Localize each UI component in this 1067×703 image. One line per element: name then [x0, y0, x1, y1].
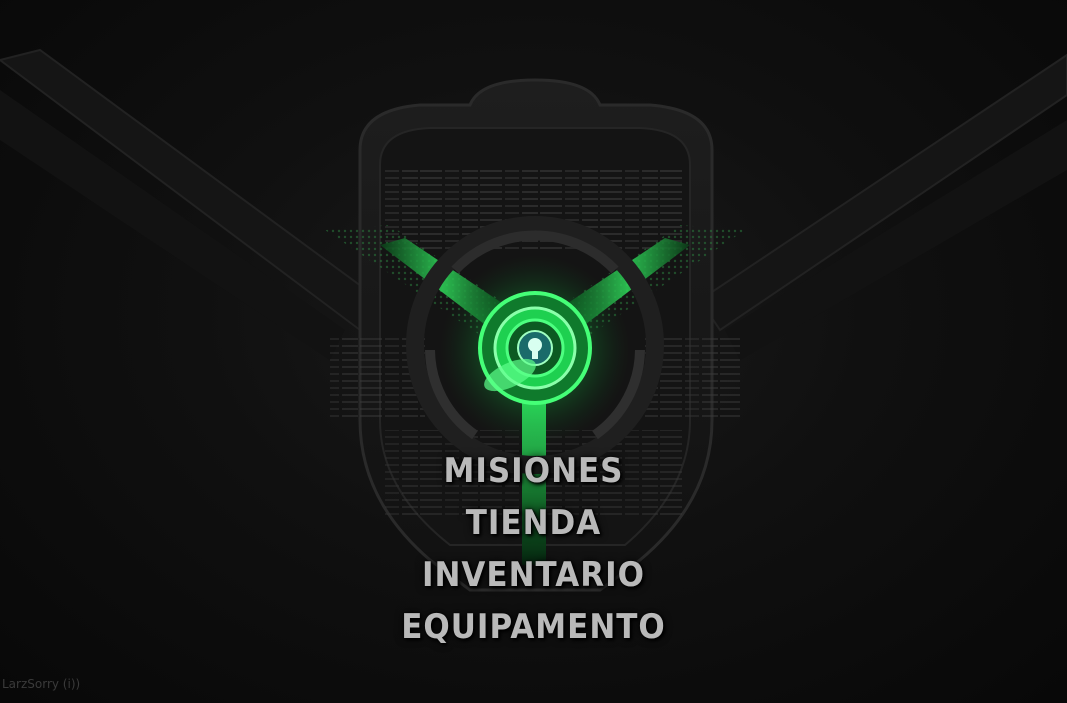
menu-item-inventario[interactable]: INVENTARIO: [422, 550, 645, 600]
left-strut: [0, 48, 382, 332]
credit-watermark: LarzSorry (i)): [2, 677, 81, 691]
menu-item-misiones[interactable]: MISIONES: [443, 446, 623, 496]
main-menu-screen: MISIONES TIENDA INVENTARIO EQUIPAMENTO L…: [0, 0, 1067, 703]
menu-item-equipamento[interactable]: EQUIPAMENTO: [401, 602, 666, 652]
menu-item-tienda[interactable]: TIENDA: [466, 498, 602, 548]
main-menu: MISIONES TIENDA INVENTARIO EQUIPAMENTO: [0, 448, 1067, 650]
